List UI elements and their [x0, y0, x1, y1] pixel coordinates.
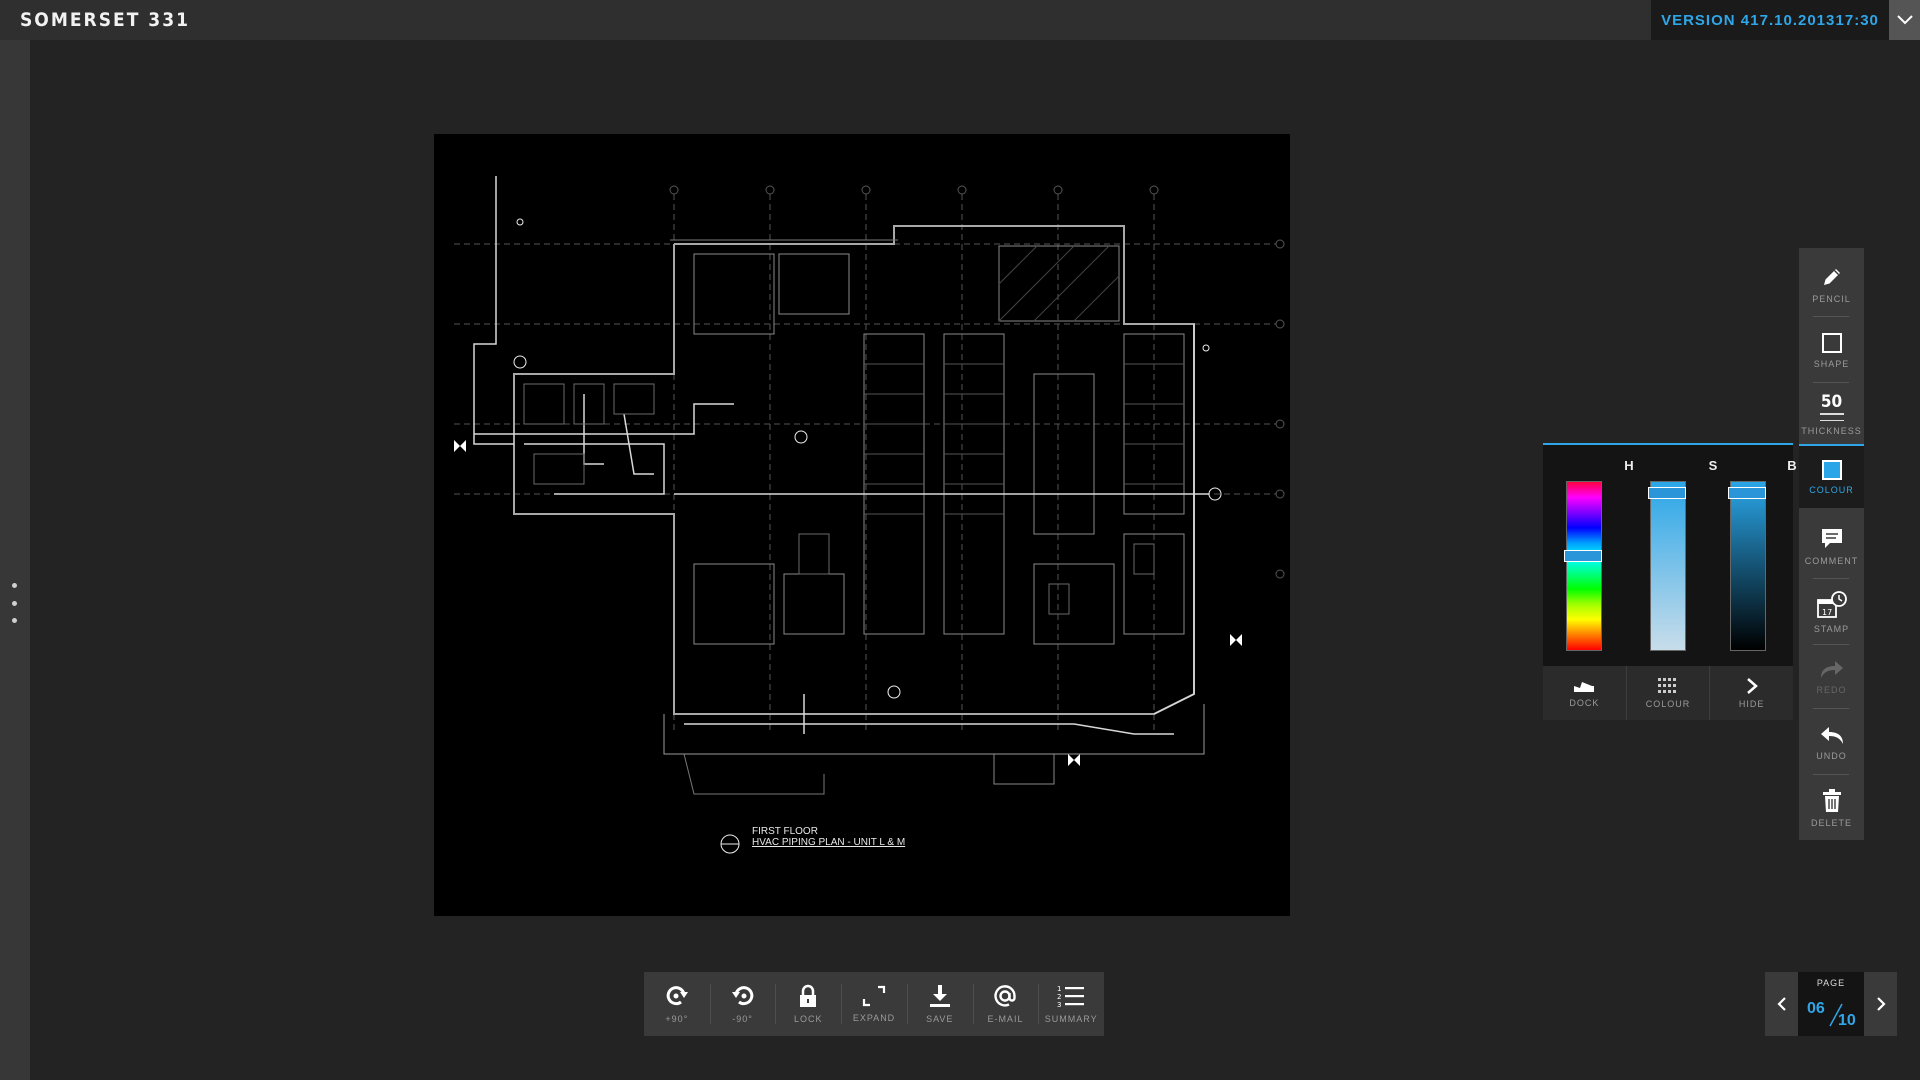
lock-label: LOCK [794, 1014, 823, 1024]
thickness-value: 50 [1820, 391, 1843, 412]
svg-text:17: 17 [1822, 608, 1832, 617]
brightness-slider-thumb[interactable] [1728, 487, 1766, 500]
svg-text:3: 3 [1057, 1001, 1061, 1008]
app-title: SOMERSET 331 [20, 9, 190, 31]
at-sign-icon [994, 985, 1017, 1007]
shape-label: SHAPE [1813, 358, 1850, 369]
version-label: VERSION 4 [1661, 11, 1751, 29]
download-icon [929, 985, 950, 1007]
chevron-down-icon [1896, 15, 1913, 25]
page-indicator: PAGE 06 10 [1798, 972, 1864, 1036]
hue-label: H [1624, 458, 1634, 473]
comment-label: COMMENT [1804, 555, 1859, 566]
colour-picker-popover: H S B DOCK COLOUR HIDE [1543, 443, 1797, 720]
hue-slider[interactable] [1564, 481, 1602, 651]
stamp-label: STAMP [1813, 623, 1850, 634]
rotate-cw-icon [666, 986, 688, 1006]
dock-button[interactable]: DOCK [1543, 666, 1627, 720]
comment-tool-button[interactable]: COMMENT [1799, 514, 1864, 578]
redo-label: REDO [1816, 684, 1847, 695]
document-toolbar: +90° -90° LOCK EXPAND SAVE E-MAIL 1 2 3 … [644, 972, 1104, 1036]
rotate-ccw-icon [731, 986, 753, 1006]
delete-label: DELETE [1810, 817, 1852, 828]
rotate-clockwise-button[interactable]: +90° [644, 972, 710, 1036]
email-label: E-MAIL [987, 1014, 1024, 1024]
lock-icon [800, 984, 817, 1007]
dock-label: DOCK [1569, 698, 1600, 708]
summary-button[interactable]: 1 2 3 SUMMARY [1038, 972, 1104, 1036]
square-shape-icon [1821, 332, 1842, 353]
thickness-label: THICKNESS [1801, 425, 1862, 436]
floor-plan-drawing [454, 176, 1285, 854]
colour-label: COLOUR [1809, 484, 1854, 495]
hide-button[interactable]: HIDE [1710, 666, 1793, 720]
thickness-lines-icon [1819, 412, 1844, 421]
shape-tool-button[interactable]: SHAPE [1799, 318, 1864, 382]
pencil-label: PENCIL [1812, 293, 1851, 304]
plan-caption-title: FIRST FLOOR [752, 826, 818, 837]
plan-caption: FIRST FLOOR HVAC PIPING PLAN - UNIT L & … [752, 826, 905, 848]
colour-grid-button[interactable]: COLOUR [1627, 666, 1711, 720]
undo-label: UNDO [1816, 750, 1847, 761]
saturation-slider[interactable] [1648, 481, 1686, 651]
thickness-tool-button[interactable]: 50 THICKNESS [1799, 382, 1864, 446]
expand-button[interactable]: EXPAND [841, 972, 907, 1036]
summary-label: SUMMARY [1044, 1014, 1098, 1024]
colour-picker-footer: DOCK COLOUR HIDE [1543, 666, 1793, 720]
next-page-button[interactable] [1864, 972, 1897, 1036]
chevron-right-icon [1876, 997, 1886, 1011]
save-button[interactable]: SAVE [906, 972, 973, 1036]
header-dropdown-button[interactable] [1889, 0, 1920, 40]
brightness-label: B [1787, 458, 1797, 473]
undo-button[interactable]: UNDO [1799, 710, 1864, 774]
version-date: 17.10.2013 [1750, 11, 1836, 29]
plan-caption-subtitle: HVAC PIPING PLAN - UNIT L & M [752, 837, 906, 848]
document-viewer[interactable]: FIRST FLOOR HVAC PIPING PLAN - UNIT L & … [434, 134, 1290, 916]
redo-arrow-icon [1820, 660, 1843, 678]
brightness-slider[interactable] [1728, 481, 1766, 651]
redo-button[interactable]: REDO [1799, 644, 1864, 708]
lock-button[interactable]: LOCK [775, 972, 841, 1036]
expand-icon [862, 985, 886, 1007]
rotate-cw-label: +90° [665, 1014, 689, 1024]
svg-text:2: 2 [1057, 993, 1061, 1001]
pencil-tool-button[interactable]: PENCIL [1799, 252, 1864, 316]
saturation-label: S [1708, 458, 1718, 473]
save-label: SAVE [926, 1014, 954, 1024]
hide-label: HIDE [1738, 699, 1765, 709]
chevron-left-icon [1776, 997, 1786, 1011]
version-info: VERSION 4 17.10.2013 17:30 [1651, 0, 1889, 40]
page-navigation: PAGE 06 10 [1765, 972, 1897, 1036]
svg-text:1: 1 [1057, 985, 1061, 993]
previous-page-button[interactable] [1765, 972, 1798, 1036]
left-side-panel [0, 40, 30, 1080]
undo-arrow-icon [1820, 726, 1843, 744]
colour-grid-label: COLOUR [1645, 699, 1691, 709]
comment-icon [1821, 528, 1842, 548]
left-panel-handle[interactable] [11, 583, 17, 623]
page-label: PAGE [1816, 978, 1846, 988]
stamp-tool-button[interactable]: 17 STAMP [1799, 580, 1864, 644]
current-page: 06 [1807, 1000, 1825, 1017]
stamp-calendar-clock-icon: 17 [1816, 590, 1847, 618]
colour-grid-icon [1658, 678, 1676, 693]
pencil-icon [1823, 268, 1840, 285]
colour-swatch-icon [1821, 459, 1842, 480]
total-pages: 10 [1838, 1012, 1856, 1029]
version-time: 17:30 [1835, 11, 1879, 29]
colour-tool-button[interactable]: COLOUR [1799, 444, 1864, 508]
expand-label: EXPAND [852, 1013, 896, 1023]
rotate-counterclockwise-button[interactable]: -90° [709, 972, 776, 1036]
numbered-list-icon: 1 2 3 [1057, 985, 1085, 1008]
hue-slider-thumb[interactable] [1564, 549, 1602, 562]
email-button[interactable]: E-MAIL [972, 972, 1039, 1036]
dock-icon [1574, 682, 1595, 692]
saturation-slider-thumb[interactable] [1648, 487, 1686, 500]
top-bar: SOMERSET 331 VERSION 4 17.10.2013 17:30 [0, 0, 1920, 40]
chevron-right-icon [1746, 678, 1758, 694]
annotation-tool-panel: PENCIL SHAPE 50 THICKNESS COLOUR COMMENT… [1799, 248, 1864, 840]
trash-icon [1822, 788, 1841, 812]
delete-button[interactable]: DELETE [1799, 776, 1864, 840]
rotate-ccw-label: -90° [732, 1014, 753, 1024]
